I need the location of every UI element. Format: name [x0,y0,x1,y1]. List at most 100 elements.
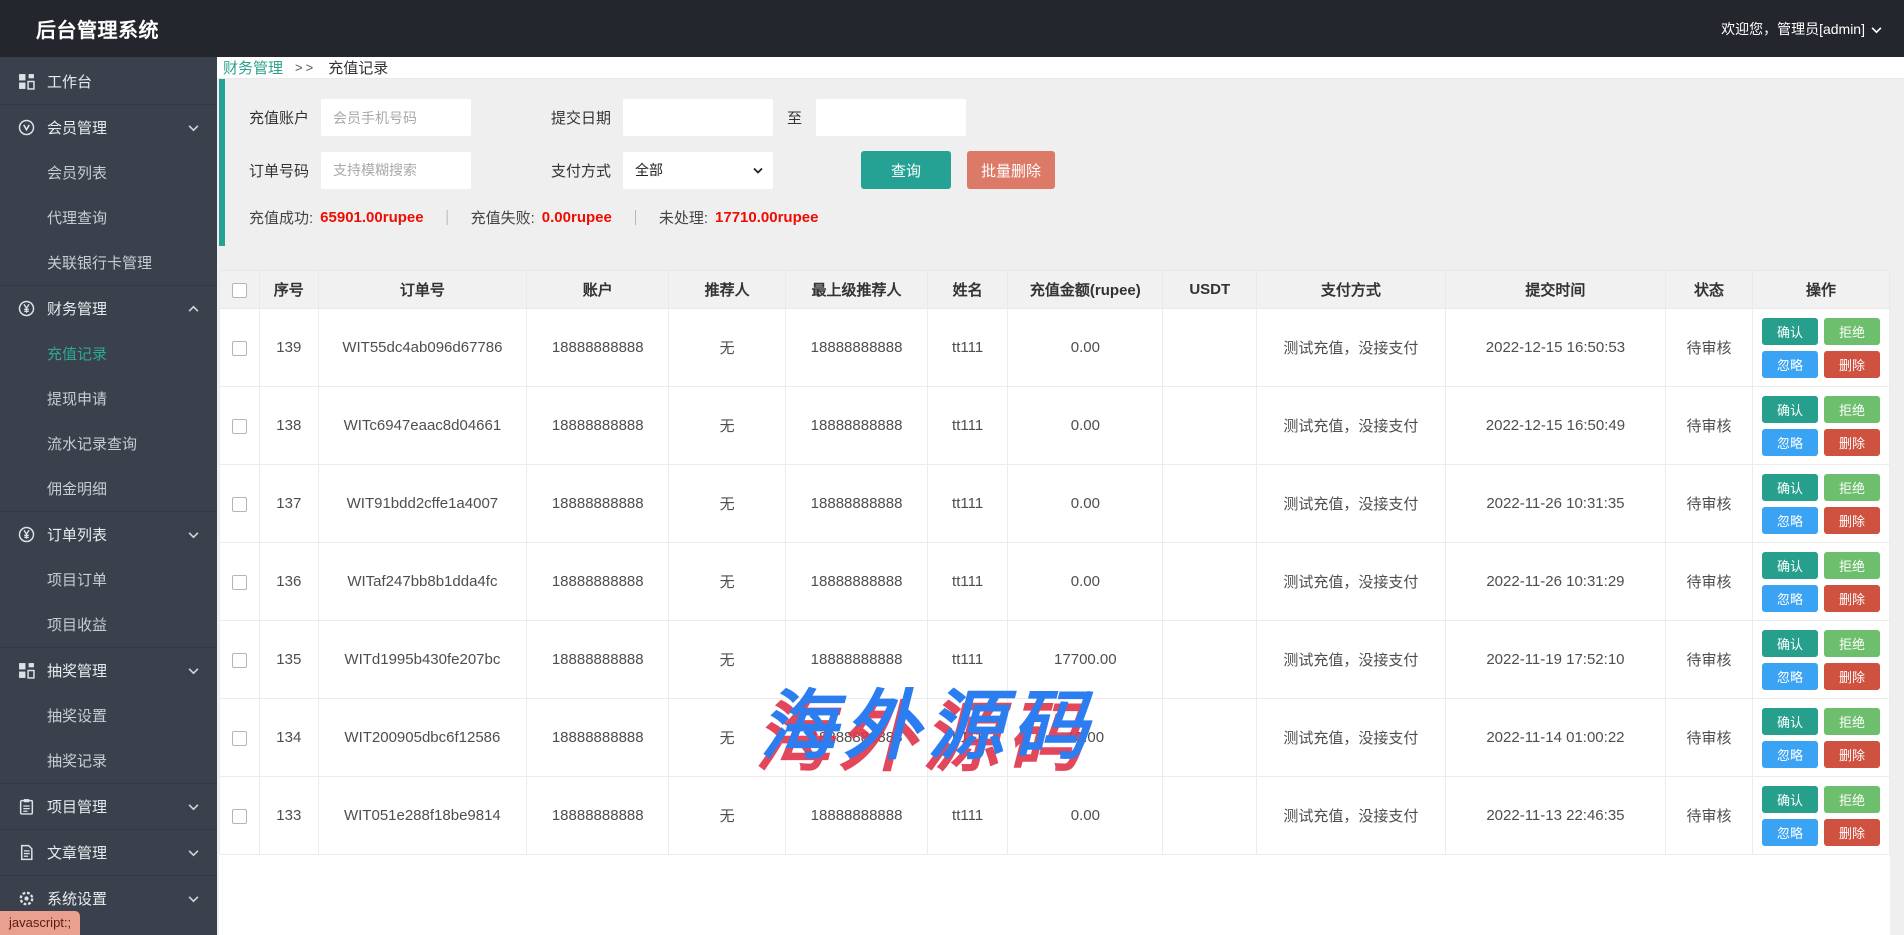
batch-delete-button[interactable]: 批量删除 [967,151,1055,189]
delete-button[interactable]: 删除 [1824,351,1880,378]
table-row: 136WITaf247bb8b1dda4fc18888888888无188888… [220,543,1890,621]
cell-status: 待审核 [1666,465,1753,543]
confirm-button[interactable]: 确认 [1762,786,1818,813]
browser-status-bar: javascript:; [0,911,80,935]
ignore-button[interactable]: 忽略 [1762,351,1818,378]
ignore-button[interactable]: 忽略 [1762,585,1818,612]
cell-ops: 确认拒绝忽略删除 [1752,777,1889,855]
row-checkbox[interactable] [232,731,247,746]
delete-button[interactable]: 删除 [1824,429,1880,456]
sidebar-item-label: 代理查询 [47,207,107,228]
cell-pay_method: 测试充值，没接支付 [1257,777,1446,855]
sidebar-item-member-management[interactable]: 会员管理 [0,105,217,150]
sidebar-item-finance-management[interactable]: 财务管理 [0,286,217,331]
sidebar: 工作台会员管理会员列表代理查询关联银行卡管理财务管理充值记录提现申请流水记录查询… [0,57,217,935]
cell-referrer: 无 [669,309,786,387]
cell-status: 待审核 [1666,699,1753,777]
row-actions: 确认拒绝忽略删除 [1762,630,1880,690]
reject-button[interactable]: 拒绝 [1824,630,1880,657]
sidebar-item-label: 佣金明细 [47,478,107,499]
date-from-input[interactable] [623,99,773,136]
sidebar-item-label: 工作台 [47,71,92,92]
cell-index: 133 [260,777,318,855]
delete-button[interactable]: 删除 [1824,585,1880,612]
cell-index: 136 [260,543,318,621]
date-to-input[interactable] [816,99,966,136]
order-no-label: 订单号码 [249,160,321,181]
row-checkbox[interactable] [232,653,247,668]
row-actions: 确认拒绝忽略删除 [1762,474,1880,534]
reject-button[interactable]: 拒绝 [1824,786,1880,813]
sidebar-item-lottery-management[interactable]: 抽奖管理 [0,648,217,693]
ignore-button[interactable]: 忽略 [1762,819,1818,846]
confirm-button[interactable]: 确认 [1762,708,1818,735]
reject-button[interactable]: 拒绝 [1824,708,1880,735]
sidebar-item-commission-details[interactable]: 佣金明细 [0,466,217,511]
grid-icon [18,662,35,679]
delete-button[interactable]: 删除 [1824,741,1880,768]
cell-pay_method: 测试充值，没接支付 [1257,309,1446,387]
select-all-checkbox[interactable] [232,283,247,298]
sidebar-item-linked-bank-cards[interactable]: 关联银行卡管理 [0,240,217,285]
confirm-button[interactable]: 确认 [1762,318,1818,345]
cell-index: 139 [260,309,318,387]
cell-referrer: 无 [669,465,786,543]
reject-button[interactable]: 拒绝 [1824,396,1880,423]
cell-account: 18888888888 [527,699,669,777]
sidebar-item-label: 项目订单 [47,569,107,590]
sidebar-item-workbench[interactable]: 工作台 [0,59,217,104]
sidebar-item-article-management[interactable]: 文章管理 [0,830,217,875]
confirm-button[interactable]: 确认 [1762,552,1818,579]
stat-pending-label: 未处理: [659,207,708,228]
reject-button[interactable]: 拒绝 [1824,318,1880,345]
row-actions: 确认拒绝忽略删除 [1762,708,1880,768]
query-button[interactable]: 查询 [861,151,951,189]
cell-top_referrer: 18888888888 [786,465,928,543]
user-menu[interactable]: 欢迎您，管理员[admin] [1721,19,1882,39]
breadcrumb-parent-link[interactable]: 财务管理 [223,57,283,78]
table-header-row: 序号订单号账户推荐人最上级推荐人姓名充值金额(rupee)USDT支付方式提交时… [220,271,1890,309]
delete-button[interactable]: 删除 [1824,663,1880,690]
delete-button[interactable]: 删除 [1824,507,1880,534]
row-checkbox[interactable] [232,341,247,356]
row-checkbox[interactable] [232,809,247,824]
sidebar-item-recharge-records[interactable]: 充值记录 [0,331,217,376]
reject-button[interactable]: 拒绝 [1824,552,1880,579]
stat-success-label: 充值成功: [249,207,313,228]
column-header-account: 账户 [527,271,669,309]
row-actions: 确认拒绝忽略删除 [1762,318,1880,378]
cell-checkbox [220,621,260,699]
cell-top_referrer: 18888888888 [786,387,928,465]
ignore-button[interactable]: 忽略 [1762,741,1818,768]
order-no-input[interactable] [321,152,471,189]
sidebar-item-label: 文章管理 [47,842,107,863]
ignore-button[interactable]: 忽略 [1762,507,1818,534]
row-checkbox[interactable] [232,575,247,590]
ignore-button[interactable]: 忽略 [1762,663,1818,690]
row-checkbox[interactable] [232,419,247,434]
pay-method-select[interactable]: 全部 [623,152,773,189]
sidebar-item-project-orders[interactable]: 项目订单 [0,557,217,602]
delete-button[interactable]: 删除 [1824,819,1880,846]
reject-button[interactable]: 拒绝 [1824,474,1880,501]
row-checkbox[interactable] [232,497,247,512]
sidebar-item-member-list[interactable]: 会员列表 [0,150,217,195]
recharge-account-input[interactable] [321,99,471,136]
cell-status: 待审核 [1666,543,1753,621]
cell-name: tt111 [928,777,1008,855]
sidebar-item-agent-query[interactable]: 代理查询 [0,195,217,240]
sidebar-item-project-management[interactable]: 项目管理 [0,784,217,829]
sidebar-item-transaction-log-query[interactable]: 流水记录查询 [0,421,217,466]
confirm-button[interactable]: 确认 [1762,396,1818,423]
stat-success-value: 65901.00rupee [320,209,423,226]
confirm-button[interactable]: 确认 [1762,474,1818,501]
cell-usdt [1163,699,1257,777]
sidebar-item-project-earnings[interactable]: 项目收益 [0,602,217,647]
confirm-button[interactable]: 确认 [1762,630,1818,657]
sidebar-item-lottery-settings[interactable]: 抽奖设置 [0,693,217,738]
cell-top_referrer: 18888888888 [786,699,928,777]
sidebar-item-lottery-records[interactable]: 抽奖记录 [0,738,217,783]
sidebar-item-withdrawal-requests[interactable]: 提现申请 [0,376,217,421]
sidebar-item-order-list[interactable]: 订单列表 [0,512,217,557]
ignore-button[interactable]: 忽略 [1762,429,1818,456]
